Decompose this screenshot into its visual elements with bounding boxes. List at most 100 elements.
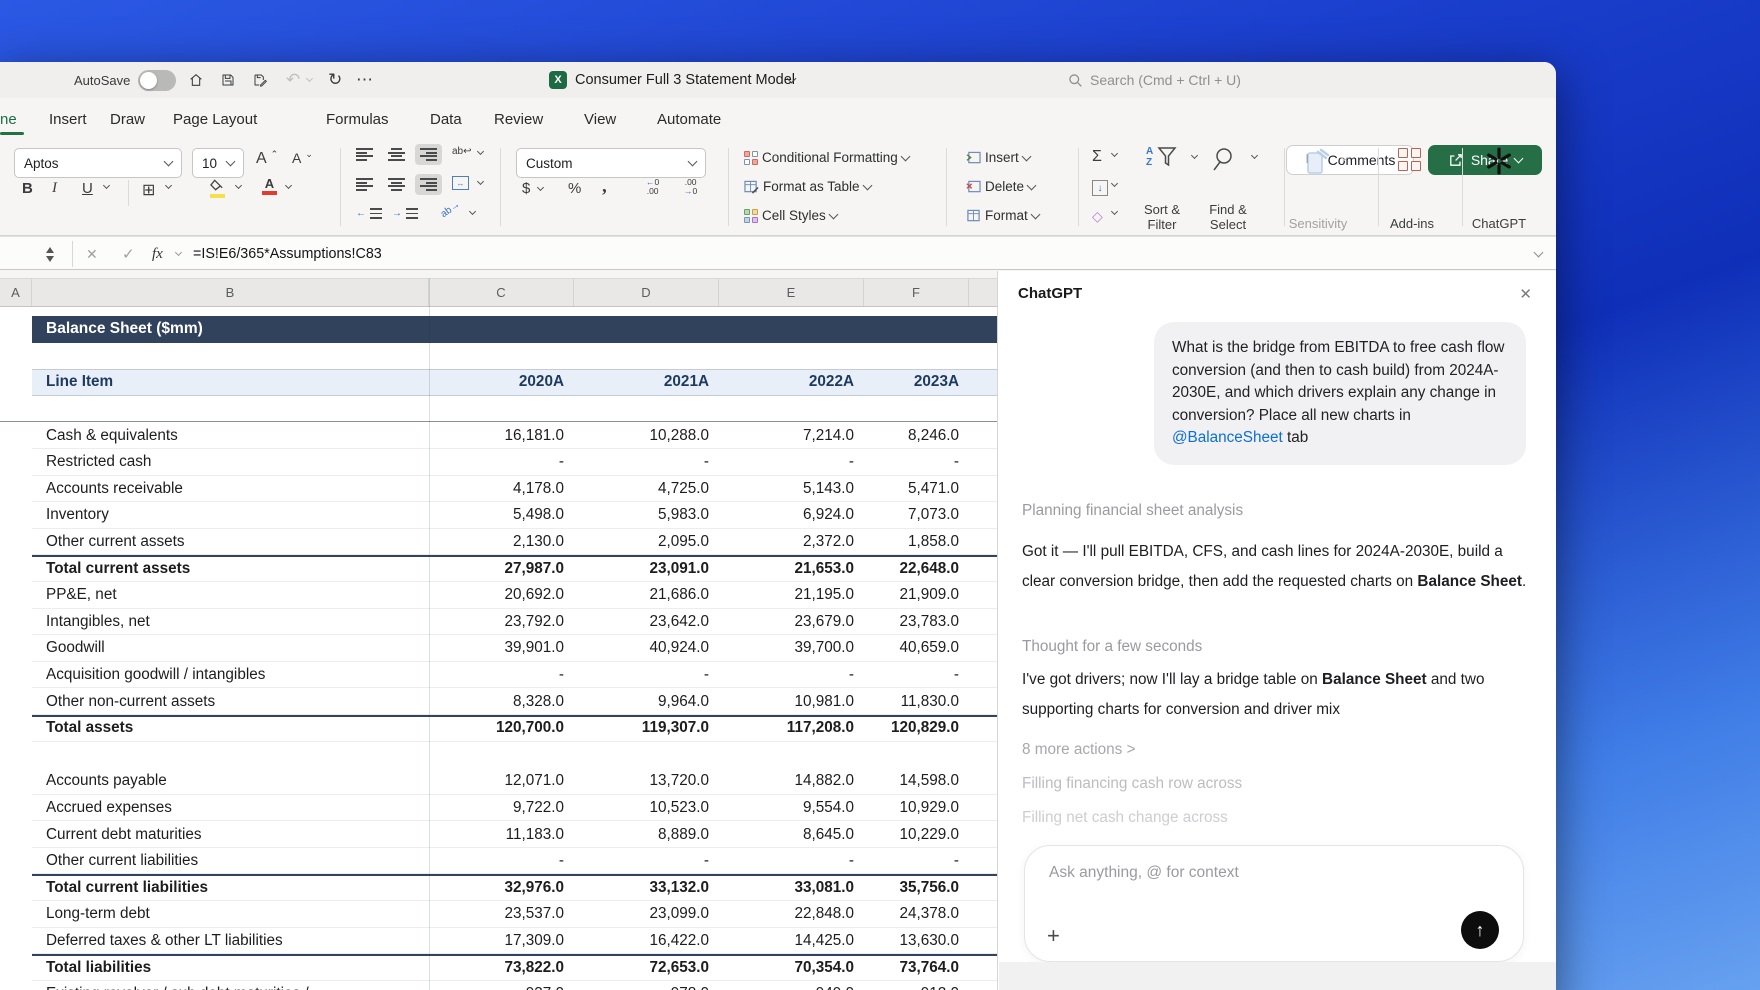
tab-view[interactable]: View — [584, 98, 616, 140]
cell-value[interactable]: 32,976.0 — [429, 879, 564, 897]
cell-value[interactable]: 23,642.0 — [574, 613, 709, 631]
sheet-row-item[interactable]: Cash & equivalents 16,181.0 10,288.0 7,214.… — [0, 422, 997, 449]
decrease-indent-button[interactable]: ← — [356, 208, 382, 219]
wrap-text-chevron-icon[interactable] — [476, 147, 485, 156]
cell-value[interactable]: 5,471.0 — [864, 480, 959, 498]
fill-down-button[interactable]: ↓ — [1092, 180, 1108, 196]
sheet-row-item[interactable]: Other non-current assets 8,328.0 9,964.0 10… — [0, 688, 997, 715]
cell-styles-button[interactable]: Cell Styles — [744, 208, 839, 223]
cell-value[interactable]: 21,686.0 — [574, 586, 709, 604]
cell-value[interactable]: 9,964.0 — [574, 693, 709, 711]
sheet-row-total[interactable]: Total liabilities 73,822.0 72,653.0 70,354.… — [0, 954, 997, 981]
font-color-chevron-icon[interactable] — [284, 181, 293, 190]
name-box-spinner[interactable] — [46, 237, 54, 271]
cell-value[interactable]: 17,309.0 — [429, 932, 564, 950]
cell-value[interactable]: 12,071.0 — [429, 772, 564, 790]
cell-value[interactable]: 8,328.0 — [429, 693, 564, 711]
sheet-row-head[interactable]: Line Item 2020A 2021A 2022A 2023A — [0, 369, 997, 396]
clear-button[interactable]: ◇ — [1092, 208, 1103, 225]
sheet-row-item[interactable]: Restricted cash - - - - — [0, 449, 997, 476]
col-header-a[interactable]: A — [0, 279, 32, 306]
currency-chevron-icon[interactable] — [536, 183, 545, 192]
tab-page-layout[interactable]: Page Layout — [173, 98, 257, 140]
redo-icon[interactable]: ↻ — [328, 62, 342, 98]
find-select-chevron-icon[interactable] — [1250, 151, 1259, 160]
sheet-row-item[interactable]: Accrued expenses 9,722.0 10,523.0 9,554.0 10… — [0, 795, 997, 822]
cell-value[interactable]: - — [864, 666, 959, 684]
cell-value[interactable]: - — [429, 666, 564, 684]
cell-value[interactable]: 6,924.0 — [719, 506, 854, 524]
cell-value[interactable]: 1,858.0 — [864, 533, 959, 551]
cell-value[interactable]: 14,598.0 — [864, 772, 959, 790]
fx-chevron-icon[interactable] — [174, 237, 183, 271]
cell-value[interactable]: 40,659.0 — [864, 639, 959, 657]
cell-value[interactable]: 912.0 — [864, 985, 959, 990]
font-name-combo[interactable]: Aptos — [14, 148, 182, 178]
increase-decimal-button[interactable]: ←0.00 — [646, 178, 659, 196]
tab-insert[interactable]: Insert — [49, 98, 87, 140]
align-middle-button[interactable] — [388, 148, 405, 161]
cell-value[interactable]: - — [429, 852, 564, 870]
cell-value[interactable]: 23,679.0 — [719, 613, 854, 631]
autosum-button[interactable]: Σ — [1092, 148, 1102, 166]
cell-value[interactable]: - — [574, 666, 709, 684]
delete-cells-button[interactable]: Delete — [966, 179, 1037, 194]
cell-value[interactable]: 73,764.0 — [864, 959, 959, 977]
cell-value[interactable]: 40,924.0 — [574, 639, 709, 657]
cell-value[interactable]: 35,756.0 — [864, 879, 959, 897]
cell-value[interactable]: 120,700.0 — [429, 719, 564, 737]
decrease-font-button[interactable]: A ⌄ — [292, 149, 313, 167]
cell-value[interactable]: 22,648.0 — [864, 560, 959, 578]
sheet-row-title[interactable]: Balance Sheet ($mm) — [0, 316, 997, 343]
sheet-row-item[interactable]: PP&E, net 20,692.0 21,686.0 21,195.0 21,909.… — [0, 582, 997, 609]
col-header-b[interactable]: B — [32, 279, 429, 306]
cell-value[interactable]: 5,143.0 — [719, 480, 854, 498]
doc-title-chevron-icon[interactable] — [786, 62, 797, 98]
sheet-row-item[interactable]: Long-term debt 23,537.0 23,099.0 22,848.0 24… — [0, 901, 997, 928]
col-header-e[interactable]: E — [719, 279, 864, 306]
cell-value[interactable]: 13,630.0 — [864, 932, 959, 950]
sheet-row-item[interactable]: Deferred taxes & other LT liabilities 17,… — [0, 928, 997, 955]
cell-value[interactable]: 23,091.0 — [574, 560, 709, 578]
cell-value[interactable]: 10,523.0 — [574, 799, 709, 817]
cell-value[interactable]: 8,889.0 — [574, 826, 709, 844]
font-color-button[interactable]: A — [262, 177, 277, 195]
chat-input[interactable]: Ask anything, @ for context — [1049, 864, 1239, 882]
fill-color-button[interactable] — [210, 178, 225, 198]
merge-center-button[interactable]: ↔ — [452, 176, 469, 190]
cell-value[interactable]: 2,095.0 — [574, 533, 709, 551]
cell-value[interactable]: 5,498.0 — [429, 506, 564, 524]
cell-value[interactable]: 27,987.0 — [429, 560, 564, 578]
cell-value[interactable]: 22,848.0 — [719, 905, 854, 923]
cell-value[interactable]: 8,645.0 — [719, 826, 854, 844]
cell-value[interactable]: - — [719, 852, 854, 870]
document-title[interactable]: Consumer Full 3 Statement Model — [575, 62, 795, 98]
cell-value[interactable]: 21,195.0 — [719, 586, 854, 604]
cell-value[interactable]: 8,246.0 — [864, 427, 959, 445]
currency-button[interactable]: $ — [522, 180, 530, 197]
home-icon[interactable] — [188, 62, 204, 98]
balancesheet-mention[interactable]: @BalanceSheet — [1172, 429, 1283, 446]
chatgpt-addin-button[interactable] — [1484, 146, 1514, 176]
percent-button[interactable]: % — [568, 180, 581, 197]
cell-value[interactable]: 11,830.0 — [864, 693, 959, 711]
autosum-chevron-icon[interactable] — [1110, 149, 1119, 158]
cell-value[interactable]: 11,183.0 — [429, 826, 564, 844]
sheet-row-total[interactable]: Total current assets 27,987.0 23,091.0 21,6… — [0, 555, 997, 582]
cell-value[interactable]: 119,307.0 — [574, 719, 709, 737]
formula-input[interactable]: =IS!E6/365*Assumptions!C83 — [193, 237, 382, 271]
more-actions-link[interactable]: 8 more actions > — [1022, 741, 1136, 759]
cell-value[interactable]: - — [864, 852, 959, 870]
clear-chevron-icon[interactable] — [1110, 207, 1119, 216]
format-cells-button[interactable]: Format — [966, 208, 1041, 223]
enter-check-icon[interactable]: ✓ — [122, 237, 135, 271]
sheet-row-total[interactable]: Total current liabilities 32,976.0 33,132.… — [0, 874, 997, 902]
col-header-g-clipped[interactable] — [969, 279, 997, 306]
more-commands-icon[interactable]: ⋯ — [356, 62, 373, 98]
cell-value[interactable]: - — [864, 453, 959, 471]
cell-value[interactable]: - — [574, 453, 709, 471]
tab-draw[interactable]: Draw — [110, 98, 145, 140]
cell-value[interactable]: 117,208.0 — [719, 719, 854, 737]
cell-value[interactable]: 23,783.0 — [864, 613, 959, 631]
cell-value[interactable]: 21,653.0 — [719, 560, 854, 578]
